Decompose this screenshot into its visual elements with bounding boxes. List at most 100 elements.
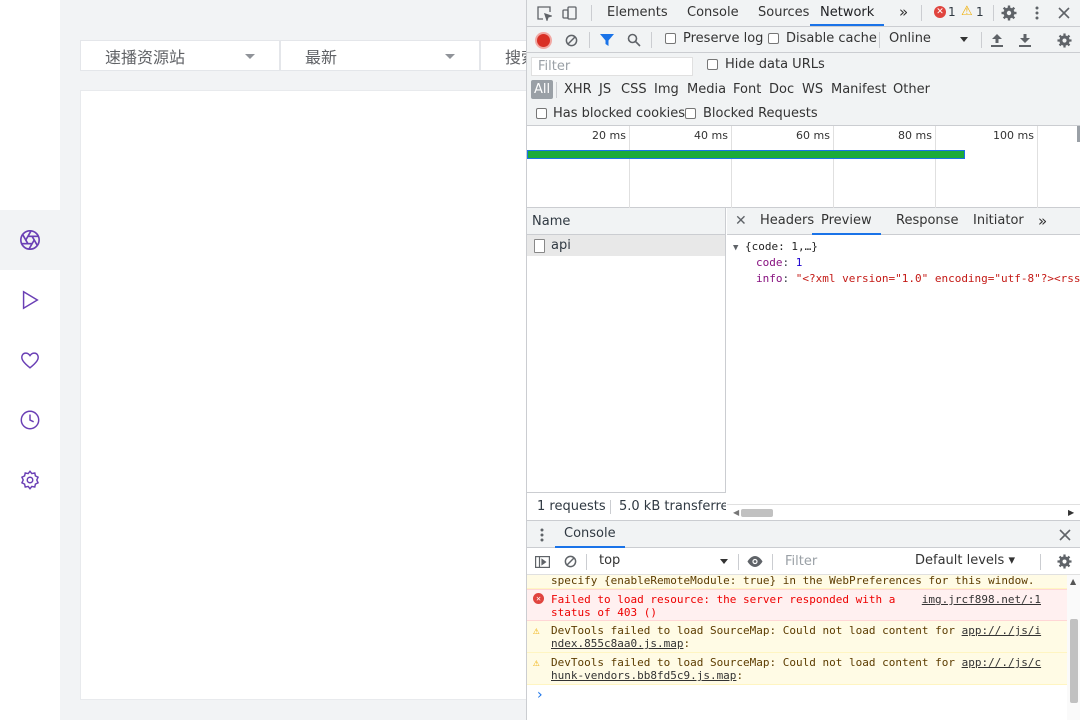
clear-console-icon[interactable] (564, 555, 577, 568)
request-timing-bar[interactable] (527, 150, 965, 159)
settings-button[interactable] (1000, 4, 1018, 22)
import-har-button[interactable] (989, 32, 1005, 48)
inspect-element-button[interactable] (535, 4, 553, 22)
scroll-left-icon[interactable]: ◀ (733, 508, 739, 517)
separator (589, 32, 590, 48)
request-row[interactable]: api (527, 235, 725, 256)
warning-count[interactable]: 1 (976, 5, 984, 19)
search-button[interactable] (626, 32, 642, 48)
sidebar-toggle-icon[interactable] (535, 556, 550, 568)
blocked-requests-checkbox[interactable] (685, 108, 696, 119)
more-tabs-button[interactable]: » (899, 0, 908, 26)
filter-icon (600, 34, 614, 46)
hide-data-urls-checkbox[interactable] (707, 59, 718, 70)
type-filter-xhr[interactable]: XHR (561, 80, 595, 99)
scroll-up-icon[interactable]: ▲ (1070, 577, 1076, 586)
close-icon[interactable] (1059, 529, 1071, 541)
separator (591, 5, 592, 21)
type-filter-doc[interactable]: Doc (766, 80, 797, 99)
type-filter-css[interactable]: CSS (618, 80, 650, 99)
separator (1040, 554, 1041, 570)
kebab-menu-icon (1035, 6, 1039, 20)
json-root[interactable]: ▼ {code: 1,…} (733, 240, 818, 253)
eye-icon[interactable] (747, 556, 763, 567)
tab-console[interactable]: Console (687, 0, 739, 26)
tab-sources[interactable]: Sources (758, 0, 809, 26)
scrollbar-thumb[interactable] (1070, 619, 1078, 703)
timeline-overview[interactable]: 20 ms 40 ms 60 ms 80 ms 100 ms (527, 126, 1080, 208)
json-key: code (756, 256, 783, 269)
tick-line (731, 126, 732, 208)
error-count[interactable]: 1 (948, 5, 956, 19)
tick-label: 60 ms (796, 129, 830, 142)
tick-label: 80 ms (898, 129, 932, 142)
throttling-select[interactable]: Online (883, 30, 971, 50)
type-filter-js[interactable]: JS (596, 80, 614, 99)
log-levels-select[interactable]: Default levels ▾ (915, 553, 1015, 568)
message-source-link[interactable]: img.jrcf898.net/:1 (922, 593, 1041, 606)
network-filter-input[interactable]: Filter (531, 57, 693, 76)
tick-line (935, 126, 936, 208)
close-devtools-button[interactable] (1055, 4, 1073, 22)
more-detail-tabs-button[interactable]: » (1038, 208, 1047, 235)
type-filter-img[interactable]: Img (651, 80, 682, 99)
tab-console-drawer[interactable]: Console (555, 521, 625, 548)
sidebar-item-discover[interactable] (0, 210, 60, 270)
type-filter-other[interactable]: Other (890, 80, 933, 99)
console-filter-input[interactable]: Filter (779, 553, 907, 571)
message-source-link[interactable]: hunk-vendors.bb8fd5c9.js.map (551, 669, 736, 682)
request-name: api (551, 238, 571, 253)
message-source-link[interactable]: ndex.855c8aa0.js.map (551, 637, 683, 650)
type-filter-all[interactable]: All (531, 80, 554, 99)
tab-initiator[interactable]: Initiator (973, 208, 1024, 235)
tab-network[interactable]: Network (810, 0, 885, 26)
tab-headers[interactable]: Headers (760, 208, 814, 235)
drawer-menu-icon[interactable] (540, 528, 544, 542)
vertical-scrollbar[interactable]: ▲ (1067, 575, 1080, 720)
search-input[interactable]: 搜索 (480, 40, 526, 71)
type-filter-media[interactable]: Media (684, 80, 729, 99)
record-button[interactable] (535, 32, 551, 48)
filter-toggle-button[interactable] (599, 32, 615, 48)
sort-select[interactable]: 最新 (280, 40, 480, 71)
scrollbar-thumb[interactable] (741, 509, 773, 517)
file-icon (534, 238, 545, 253)
sidebar-item-settings[interactable] (0, 450, 60, 510)
device-toolbar-button[interactable] (561, 4, 579, 22)
scroll-right-icon[interactable]: ▶ (1068, 508, 1074, 517)
sidebar-item-favorites[interactable] (0, 330, 60, 390)
source-select[interactable]: 速播资源站 (80, 40, 280, 71)
tab-preview[interactable]: Preview (812, 208, 881, 235)
aperture-icon (20, 230, 40, 250)
gear-icon (1056, 32, 1072, 48)
export-har-button[interactable] (1017, 32, 1033, 48)
tab-elements[interactable]: Elements (607, 0, 668, 26)
type-filter-font[interactable]: Font (730, 80, 764, 99)
message-source-link[interactable]: app://./js/i (962, 624, 1041, 637)
upload-icon (991, 33, 1003, 47)
message-source-link[interactable]: app://./js/c (962, 656, 1041, 669)
has-blocked-cookies-checkbox[interactable] (536, 108, 547, 119)
context-select[interactable]: top (593, 552, 733, 571)
preserve-log-label: Preserve log (683, 31, 764, 46)
devtools-tab-bar: Elements Console Sources Network » ✕ 1 ⚠… (527, 0, 1080, 27)
expand-triangle-icon: ▼ (733, 243, 739, 253)
sidebar-item-play[interactable] (0, 270, 60, 330)
tab-response[interactable]: Response (896, 208, 958, 235)
name-column-header[interactable]: Name (527, 208, 725, 235)
disable-cache-checkbox[interactable] (768, 33, 779, 44)
horizontal-scrollbar[interactable]: ◀ ▶ (727, 504, 1080, 520)
console-prompt[interactable]: › (537, 687, 543, 703)
preserve-log-checkbox[interactable] (665, 33, 676, 44)
close-detail-icon[interactable]: ✕ (735, 213, 747, 229)
sidebar-item-history[interactable] (0, 390, 60, 450)
separator (993, 5, 994, 21)
clear-button[interactable] (563, 32, 579, 48)
type-filter-ws[interactable]: WS (799, 80, 826, 99)
search-icon (627, 33, 641, 47)
type-filter-manifest[interactable]: Manifest (828, 80, 889, 99)
customize-menu-button[interactable] (1028, 4, 1046, 22)
separator (772, 554, 773, 570)
network-settings-button[interactable] (1056, 32, 1072, 48)
gear-icon[interactable] (1057, 554, 1072, 569)
